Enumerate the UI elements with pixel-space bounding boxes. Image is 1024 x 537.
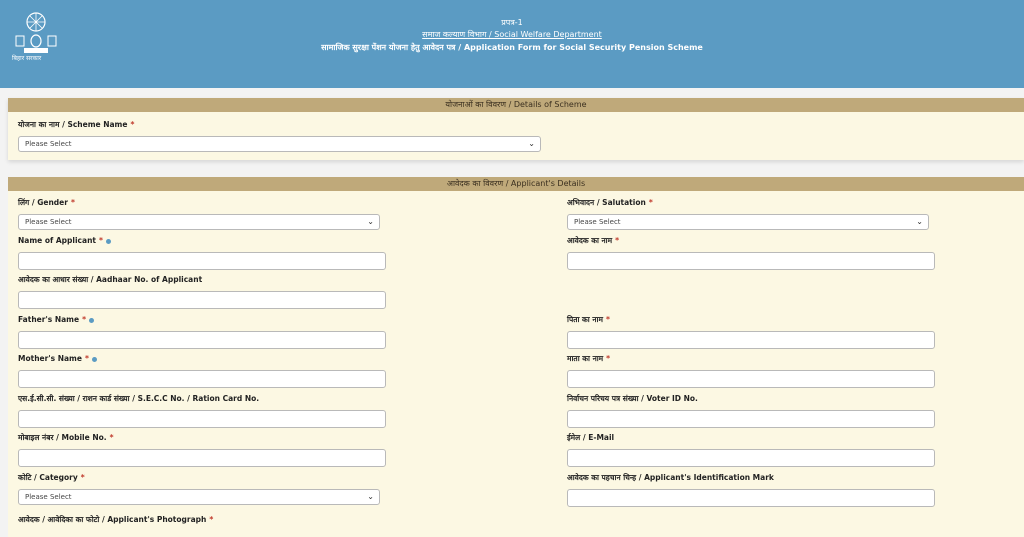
gender-select[interactable]: Please Select ⌄ [18,214,380,230]
applicant-name-hi-input[interactable] [567,252,935,270]
applicant-name-label: Name of Applicant * [18,236,111,245]
chevron-down-icon: ⌄ [367,217,374,226]
father-name-label: Father's Name * [18,315,95,324]
email-label: ईमेल / E-Mail [567,433,615,442]
info-icon[interactable] [91,356,97,362]
identification-mark-label: आवेदक का पहचान चिन्ह / Applicant's Ident… [567,473,774,482]
aadhaar-input[interactable] [18,291,386,309]
scheme-name-label: योजना का नाम / Scheme Name * [18,120,135,129]
scheme-section-title: योजनाओं का विवरण / Details of Scheme [8,98,1024,112]
salutation-select[interactable]: Please Select ⌄ [567,214,929,230]
page-header: बिहार सरकार प्रपत्र-1 समाज कल्याण विभाग … [0,0,1024,88]
father-name-hi-input[interactable] [567,331,935,349]
info-icon[interactable] [89,317,95,323]
applicant-section: आवेदक का विवरण / Applicant's Details लिं… [8,177,1024,537]
chevron-down-icon: ⌄ [367,492,374,501]
voter-id-label: निर्वाचन परिचय पत्र संख्या / Voter ID No… [567,394,698,403]
photo-label: आवेदक / आवेदिका का फोटो / Applicant's Ph… [18,515,214,524]
father-name-input[interactable] [18,331,386,349]
chevron-down-icon: ⌄ [916,217,923,226]
gender-label: लिंग / Gender * [18,198,75,207]
mother-name-hi-label: माता का नाम * [567,354,611,363]
scheme-name-select[interactable]: Please Select ⌄ [18,136,541,152]
father-name-hi-label: पिता का नाम * [567,315,610,324]
identification-mark-input[interactable] [567,489,935,507]
category-select[interactable]: Please Select ⌄ [18,489,380,505]
info-icon[interactable] [105,238,111,244]
department-link[interactable]: समाज कल्याण विभाग / Social Welfare Depar… [0,29,1024,40]
page-title: सामाजिक सुरक्षा पेंशन योजना हेतु आवेदन प… [321,43,703,52]
aadhaar-label: आवेदक का आधार संख्या / Aadhaar No. of Ap… [18,275,203,284]
salutation-label: अभिवादन / Salutation * [567,198,653,207]
chevron-down-icon: ⌄ [528,139,535,148]
voter-id-input[interactable] [567,410,935,428]
applicant-name-hi-label: आवेदक का नाम * [567,236,620,245]
mother-name-label: Mother's Name * [18,354,97,363]
mother-name-input[interactable] [18,370,386,388]
email-input[interactable] [567,449,935,467]
logo-text: बिहार सरकार [12,55,42,62]
category-label: कोटि / Category * [18,473,85,482]
scheme-section: योजनाओं का विवरण / Details of Scheme योज… [8,98,1024,160]
applicant-section-title: आवेदक का विवरण / Applicant's Details [8,177,1024,191]
form-number: प्रपत्र-1 [501,18,523,27]
mobile-input[interactable] [18,449,386,467]
mother-name-hi-input[interactable] [567,370,935,388]
mobile-label: मोबाइल नंबर / Mobile No. * [18,433,114,442]
secc-label: एस.ई.सी.सी. संख्या / राशन कार्ड संख्या /… [18,394,260,403]
secc-input[interactable] [18,410,386,428]
applicant-name-input[interactable] [18,252,386,270]
